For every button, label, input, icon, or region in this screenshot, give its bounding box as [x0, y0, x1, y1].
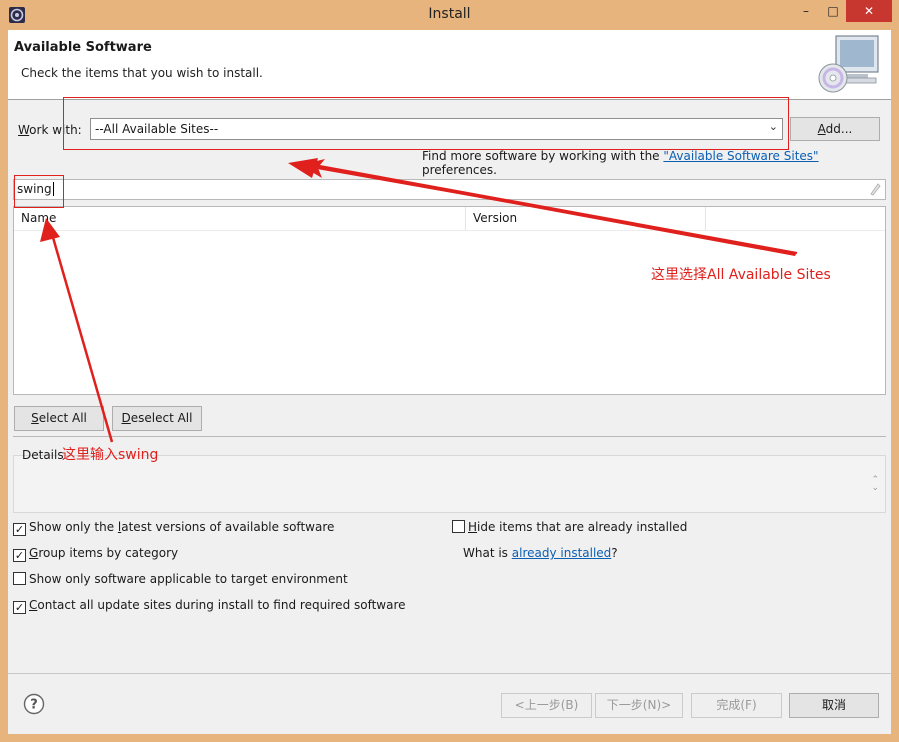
- install-window: Install – □ ✕ Available Software Check t…: [0, 0, 899, 742]
- arrow-swing-body: [50, 233, 114, 443]
- arrow-sites-body: [299, 164, 798, 254]
- arrow-to-combo: [300, 159, 797, 256]
- arrow-swing-head: [40, 218, 60, 242]
- annotation-arrows: [40, 158, 798, 443]
- arrow-sites-head: [288, 158, 318, 178]
